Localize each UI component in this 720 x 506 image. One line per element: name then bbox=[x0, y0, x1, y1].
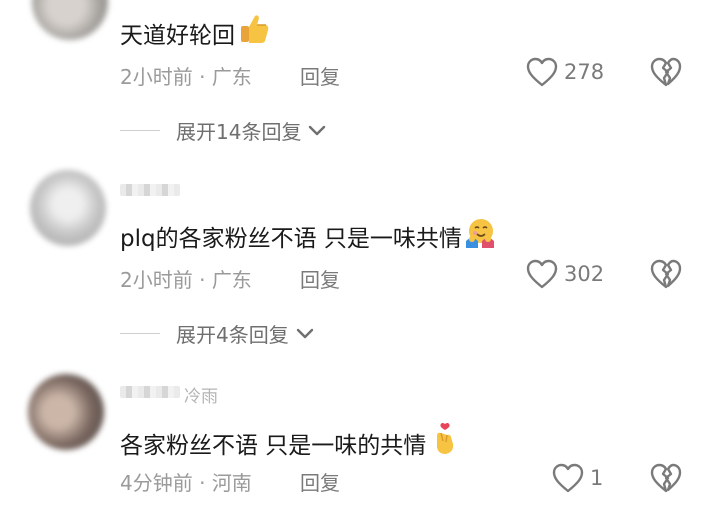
expand-replies[interactable]: 展开4条回复 bbox=[120, 319, 315, 348]
finger-heart-icon bbox=[428, 422, 462, 462]
reply-button[interactable]: 回复 bbox=[300, 467, 340, 496]
username-blurred[interactable] bbox=[120, 386, 180, 398]
comment-time: 4分钟前 bbox=[120, 471, 193, 495]
comment-text: plq的各家粉丝不语 只是一味共情 bbox=[120, 217, 496, 255]
expand-replies-label: 展开14条回复 bbox=[176, 120, 302, 144]
separator: · bbox=[192, 65, 212, 89]
chevron-down-icon bbox=[307, 119, 327, 143]
thumbs-up-icon bbox=[237, 12, 271, 52]
broken-heart-icon bbox=[650, 57, 682, 87]
comment-location: 广东 bbox=[211, 65, 252, 89]
divider-line bbox=[120, 130, 160, 131]
expand-replies[interactable]: 展开14条回复 bbox=[120, 116, 327, 145]
like-button[interactable]: 278 bbox=[526, 57, 604, 87]
expand-replies-label: 展开4条回复 bbox=[176, 323, 289, 347]
comment-text: 天道好轮回 bbox=[120, 12, 271, 52]
comment-location: 河南 bbox=[211, 471, 252, 495]
like-count: 302 bbox=[564, 262, 605, 286]
avatar[interactable] bbox=[28, 374, 104, 450]
username-tail[interactable]: 冷雨 bbox=[184, 382, 218, 407]
comment-text: 各家粉丝不语 只是一味的共情 bbox=[120, 422, 462, 462]
avatar[interactable] bbox=[32, 0, 108, 40]
comment-time: 2小时前 bbox=[120, 268, 193, 292]
comment-meta: 2小时前 · 广东 回复 bbox=[120, 264, 340, 293]
dislike-button[interactable] bbox=[650, 57, 682, 91]
comment-meta: 2小时前 · 广东 回复 bbox=[120, 61, 340, 90]
separator: · bbox=[192, 471, 212, 495]
separator: · bbox=[192, 268, 212, 292]
comment-time: 2小时前 bbox=[120, 65, 193, 89]
chevron-down-icon bbox=[295, 322, 315, 346]
like-count: 278 bbox=[564, 60, 605, 84]
divider-line bbox=[120, 333, 160, 334]
comment-meta: 4分钟前 · 河南 回复 bbox=[120, 467, 340, 496]
heart-outline-icon bbox=[526, 57, 558, 87]
heart-outline-icon bbox=[526, 259, 558, 289]
broken-heart-icon bbox=[650, 463, 682, 493]
username-blurred[interactable] bbox=[120, 184, 180, 196]
comment-location: 广东 bbox=[211, 268, 252, 292]
heart-outline-icon bbox=[552, 463, 584, 493]
dislike-button[interactable] bbox=[650, 259, 682, 293]
reply-button[interactable]: 回复 bbox=[300, 264, 340, 293]
like-count: 1 bbox=[590, 466, 604, 490]
broken-heart-icon bbox=[650, 259, 682, 289]
like-button[interactable]: 1 bbox=[552, 463, 603, 493]
hug-face-icon bbox=[464, 217, 496, 255]
reply-button[interactable]: 回复 bbox=[300, 61, 340, 90]
avatar[interactable] bbox=[30, 170, 106, 246]
like-button[interactable]: 302 bbox=[526, 259, 604, 289]
dislike-button[interactable] bbox=[650, 463, 682, 497]
